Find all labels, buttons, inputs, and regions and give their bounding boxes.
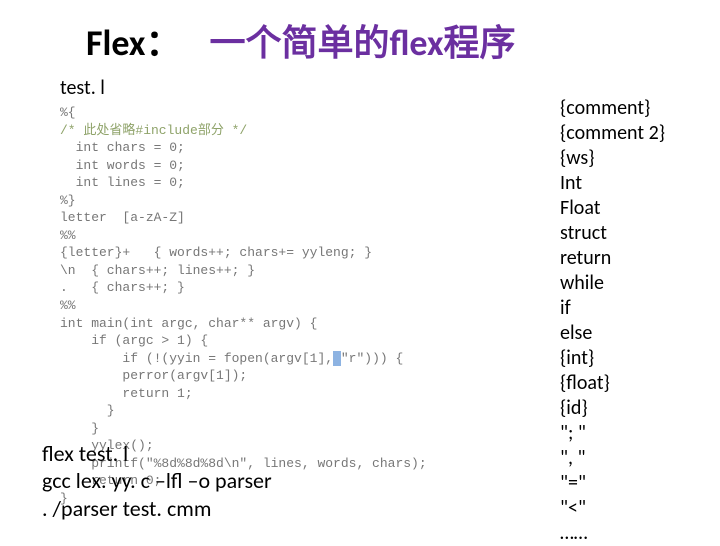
code-line: %} [60, 193, 76, 208]
code-line: %% [60, 298, 76, 313]
token-list: {comment} {comment 2} {ws} Int Float str… [560, 96, 665, 546]
code-line: int chars = 0; [60, 140, 185, 155]
code-line: int main(int argc, char** argv) { [60, 316, 317, 331]
command-line: . /parser test. cmm [42, 495, 272, 523]
token-item: {comment} [560, 96, 665, 121]
token-item: return [560, 246, 665, 271]
code-line: } [60, 421, 99, 436]
token-item: while [560, 271, 665, 296]
token-item: …… [560, 521, 665, 546]
code-line: return 1; [60, 386, 193, 401]
token-item: {ws} [560, 146, 665, 171]
token-item: {int} [560, 346, 665, 371]
code-line: perror(argv[1]); [60, 368, 247, 383]
token-item: struct [560, 221, 665, 246]
code-line: "r"))) { [341, 351, 403, 366]
code-line: if (!(yyin = fopen(argv[1], [60, 351, 333, 366]
title-row: Flex： 一个简单的flex程序 [86, 14, 680, 66]
title-main: 一个简单的flex程序 [209, 14, 515, 66]
token-item: "; " [560, 421, 665, 446]
commands-block: flex test. l gcc lex. yy. c –lfl –o pars… [42, 440, 272, 523]
token-item: {float} [560, 371, 665, 396]
code-line: if (argc > 1) { [60, 333, 208, 348]
code-line: int words = 0; [60, 158, 185, 173]
code-line: } [60, 403, 115, 418]
code-line: \n { chars++; lines++; } [60, 263, 255, 278]
code-line: %% [60, 228, 76, 243]
title-label: Flex： [86, 14, 181, 66]
token-item: Int [560, 171, 665, 196]
token-item: {id} [560, 396, 665, 421]
slide: Flex： 一个简单的flex程序 test. l %{ /* 此处省略#inc… [0, 0, 720, 540]
code-line: %{ [60, 105, 76, 120]
selection-highlight [333, 351, 341, 366]
token-item: "=" [560, 471, 665, 496]
token-item: if [560, 296, 665, 321]
code-line: int lines = 0; [60, 175, 185, 190]
command-line: gcc lex. yy. c –lfl –o parser [42, 467, 272, 495]
command-line: flex test. l [42, 440, 272, 468]
token-item: else [560, 321, 665, 346]
token-item: {comment 2} [560, 121, 665, 146]
token-item: ", " [560, 446, 665, 471]
token-item: Float [560, 196, 665, 221]
token-item: "<" [560, 496, 665, 521]
code-line: {letter}+ { words++; chars+= yyleng; } [60, 245, 372, 260]
code-line: . { chars++; } [60, 280, 185, 295]
code-line: letter [a-zA-Z] [60, 210, 185, 225]
code-comment: /* 此处省略#include部分 */ [60, 123, 247, 138]
